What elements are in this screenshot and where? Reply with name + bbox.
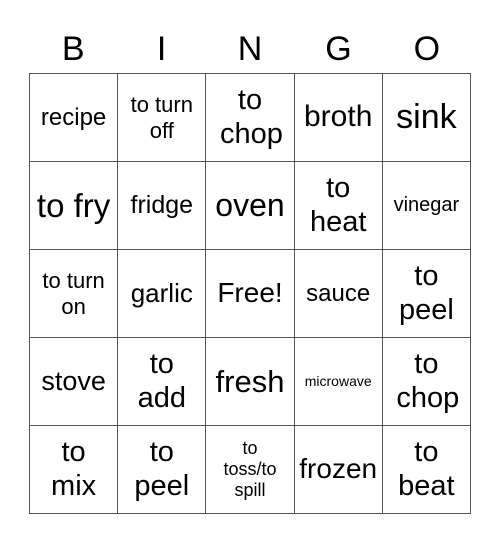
bingo-cell: to peel (398, 260, 454, 326)
bingo-cell: to chop (219, 84, 283, 150)
bingo-cell: to turn off (130, 92, 193, 143)
bingo-cell: to peel (134, 436, 190, 502)
free-space-cell: Free! (206, 250, 295, 338)
bingo-cell: garlic (118, 250, 207, 338)
bingo-cell: to beat (398, 436, 455, 502)
bingo-cell: to heat (309, 172, 367, 238)
bingo-cell: sauce (294, 250, 383, 338)
bingo-cell: to mix (51, 436, 97, 502)
bingo-cell: fresh (206, 338, 295, 426)
bingo-cell: to chop (396, 348, 460, 414)
bingo-cell: microwave (294, 338, 383, 426)
bingo-cell: fridge (118, 162, 207, 250)
header-letter-g: G (325, 30, 352, 68)
bingo-cell: to add (137, 348, 186, 414)
bingo-header: B I N G O (29, 28, 471, 70)
bingo-cell: frozen (294, 426, 383, 514)
header-letter-b: B (61, 30, 85, 68)
bingo-cell: oven (206, 162, 295, 250)
bingo-grid: recipe to turn off to chop broth sink to… (29, 73, 471, 514)
header-letter-n: N (237, 30, 263, 68)
bingo-cell: to turn on (42, 268, 105, 319)
bingo-cell: stove (30, 338, 119, 426)
bingo-cell: to fry (30, 162, 119, 250)
bingo-cell: vinegar (382, 162, 471, 250)
header-letter-i: I (156, 30, 167, 68)
bingo-cell: recipe (30, 74, 119, 162)
bingo-cell: broth (294, 74, 383, 162)
bingo-cell: to toss/to spill (223, 438, 277, 500)
header-letter-o: O (413, 30, 441, 68)
bingo-cell: sink (382, 74, 471, 162)
